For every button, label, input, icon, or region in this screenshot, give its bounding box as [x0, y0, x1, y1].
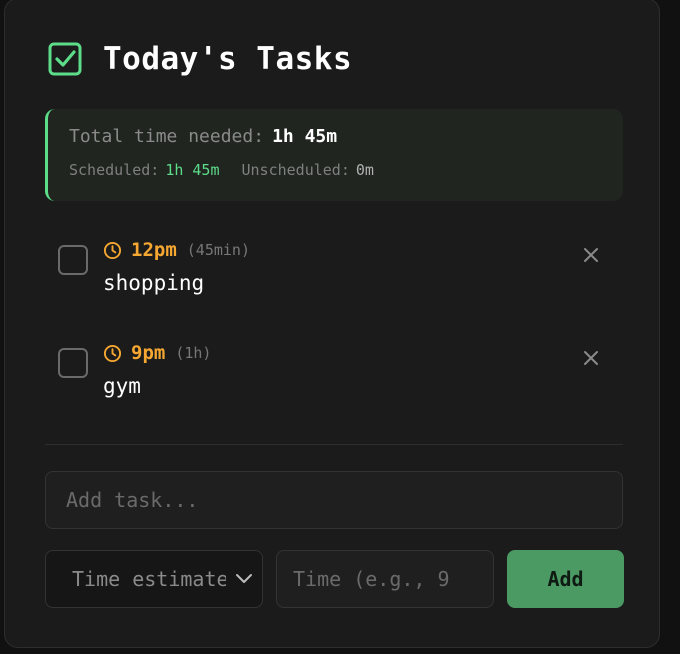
scheduled-value: 1h 45m	[165, 161, 220, 179]
time-summary: Total time needed: 1h 45m Scheduled: 1h 45…	[45, 109, 623, 201]
divider	[45, 444, 623, 445]
schedule-breakdown: Scheduled: 1h 45m Unscheduled: 0m	[69, 161, 374, 179]
task-name: shopping	[103, 271, 205, 295]
delete-task-button[interactable]	[581, 348, 601, 368]
task-checkbox[interactable]	[58, 348, 88, 378]
chevron-down-icon	[236, 574, 252, 583]
total-time-line: Total time needed: 1h 45m	[69, 126, 337, 147]
checkbox-checked-icon	[48, 42, 82, 76]
task-item: 9pm (1h) gym	[45, 332, 623, 412]
time-input[interactable]	[276, 550, 494, 608]
add-button[interactable]: Add	[507, 550, 624, 608]
task-duration: (1h)	[175, 344, 212, 362]
clock-icon	[103, 344, 122, 362]
time-estimate-select[interactable]: Time estimate	[45, 550, 263, 608]
header: Today's Tasks	[47, 41, 352, 77]
unscheduled-label: Unscheduled:	[241, 161, 350, 179]
task-item: 12pm (45min) shopping	[45, 229, 623, 309]
task-time: 9pm	[131, 342, 166, 364]
delete-task-button[interactable]	[581, 245, 601, 265]
task-time: 12pm	[131, 239, 177, 261]
total-time-label: Total time needed:	[69, 126, 265, 147]
total-time-value: 1h 45m	[272, 126, 338, 147]
clock-icon	[103, 241, 122, 259]
task-duration: (45min)	[186, 241, 250, 259]
add-task-input[interactable]	[45, 471, 623, 529]
scheduled-label: Scheduled:	[69, 161, 160, 179]
task-name: gym	[103, 374, 141, 398]
task-checkbox[interactable]	[58, 245, 88, 275]
page-title: Today's Tasks	[103, 41, 353, 77]
tasks-card: Today's Tasks Total time needed: 1h 45m S…	[4, 0, 660, 648]
time-estimate-placeholder: Time estimate	[72, 567, 226, 591]
task-meta: 9pm (1h)	[103, 342, 211, 364]
task-meta: 12pm (45min)	[103, 239, 250, 261]
unscheduled-value: 0m	[355, 161, 374, 179]
